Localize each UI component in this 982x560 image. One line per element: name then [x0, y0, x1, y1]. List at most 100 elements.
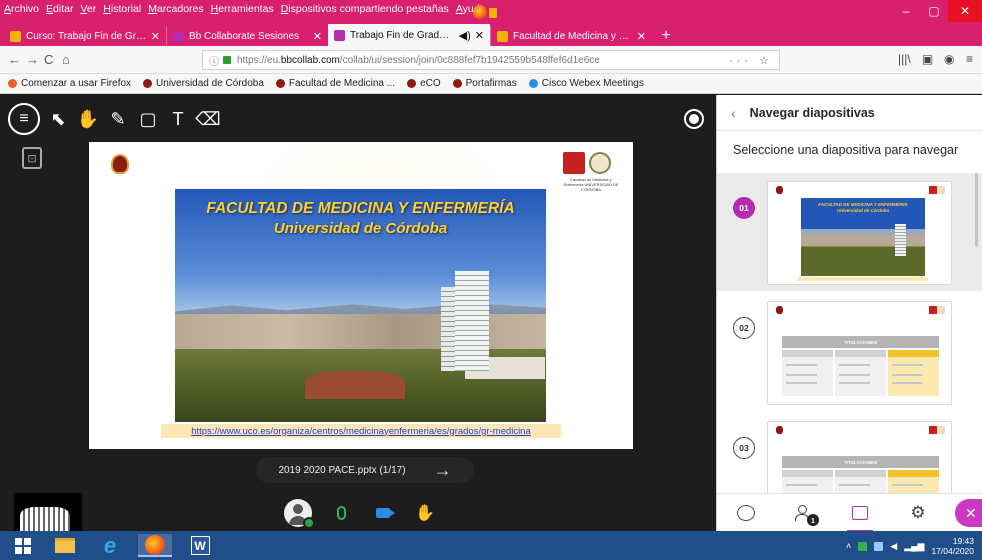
shared-slide: Facultad de Medicina y Enfermería UNIVER… — [89, 142, 633, 449]
zoom-fit-icon[interactable]: ⊡ — [22, 147, 42, 169]
word-taskbar-button[interactable]: W — [184, 534, 216, 557]
select-pointer-icon[interactable]: ⬉ — [46, 107, 70, 131]
tab-collaborate-sesiones[interactable]: Bb Collaborate Sesiones ✕ — [166, 26, 328, 46]
internet-explorer-taskbar-button[interactable]: e — [94, 532, 126, 558]
account-icon[interactable]: ◉ — [944, 52, 954, 66]
url-prefix: https://eu. — [237, 54, 281, 66]
file-indicator: 2019 2020 PACE.pptx (1/17) → — [256, 457, 474, 483]
slide-thumbnail[interactable]: TITULACIONES — [767, 301, 952, 405]
next-slide-arrow-icon[interactable]: → — [434, 460, 452, 481]
library-icon[interactable]: |||\ — [898, 52, 911, 66]
pencil-icon[interactable]: ✎ — [106, 107, 130, 131]
windows-start-button[interactable] — [10, 534, 36, 557]
menu-dispositivos[interactable]: Dispositivos compartiendo pestañas — [281, 3, 449, 17]
uco-logo-icon — [776, 186, 783, 194]
menu-marcadores[interactable]: Marcadores — [148, 3, 203, 17]
system-clock[interactable]: 19:43 17/04/2020 — [931, 536, 974, 556]
page-actions-icon[interactable]: ··· ☆ — [729, 54, 773, 67]
attendees-tab-icon[interactable]: 1 — [791, 502, 819, 526]
bookmark-label: Cisco Webex Meetings — [541, 78, 644, 89]
bookmark-eco[interactable]: eCO — [407, 78, 441, 89]
tab-favicon-icon — [334, 29, 345, 41]
ie-icon: e — [103, 532, 117, 558]
slide-title: FACULTAD DE MEDICINA Y ENFERMERÍA — [206, 200, 515, 217]
faculty-logo-caption: Facultad de Medicina y Enfermería UNIVER… — [563, 177, 619, 192]
photo-hospital-tower — [455, 271, 489, 371]
slide-subtitle: Universidad de Córdoba — [273, 220, 448, 237]
menu-archivo[interactable]: Archivo — [4, 3, 39, 17]
menu-ver[interactable]: Ver — [80, 3, 96, 17]
faculty-logo-icon — [929, 306, 945, 314]
url-path: /collab/ui/session/join/0c888fef7b194255… — [339, 54, 600, 66]
tray-chevron-icon[interactable]: ˄ — [846, 541, 851, 551]
firefox-taskbar-button[interactable] — [138, 534, 172, 557]
tab-trabajo-fin-de-grado[interactable]: Trabajo Fin de Grado (GMED) ◀) ✕ — [328, 24, 490, 46]
slide-list: 01 FACULTAD DE MEDICINA Y ENFERMERÍA Univ… — [717, 173, 982, 525]
firefox-icon — [8, 79, 17, 88]
raise-hand-button[interactable]: ✋ — [412, 500, 438, 526]
self-video-preview[interactable] — [14, 493, 82, 531]
chat-tab-icon[interactable] — [735, 502, 757, 524]
bookmark-uco[interactable]: Universidad de Córdoba — [143, 78, 264, 89]
padlock-icon[interactable] — [223, 56, 231, 64]
tab-close-icon[interactable]: ✕ — [637, 30, 646, 43]
maximize-button[interactable]: ▢ — [920, 0, 948, 22]
close-window-button[interactable]: ✕ — [948, 0, 982, 22]
session-menu-icon[interactable]: ≡ — [8, 103, 40, 135]
tab-favicon-icon — [173, 30, 184, 42]
media-controls: ✋ — [284, 498, 438, 529]
new-tab-button[interactable]: + — [656, 26, 676, 46]
slide-link[interactable]: https://www.uco.es/organiza/centros/medi… — [161, 424, 561, 438]
thumbnail-columns — [782, 350, 939, 396]
tray-signal-icon[interactable]: ▂▄▆ — [904, 541, 924, 552]
eraser-icon[interactable]: ⌫ — [195, 107, 220, 131]
camera-button[interactable] — [370, 500, 396, 526]
menu-historial[interactable]: Historial — [103, 3, 141, 17]
video-feed — [20, 507, 70, 531]
tray-network-icon[interactable] — [874, 541, 884, 551]
bookmark-label: Comenzar a usar Firefox — [21, 78, 132, 89]
slide-item-02[interactable]: 02 TITULACIONES — [717, 293, 982, 411]
back-arrow-icon[interactable]: ← — [8, 52, 21, 67]
back-chevron-icon[interactable]: ‹ — [731, 105, 736, 121]
uco-icon — [275, 79, 285, 88]
settings-gear-icon[interactable]: ⚙ — [907, 502, 929, 524]
record-button[interactable] — [684, 109, 704, 129]
slide-item-01[interactable]: 01 FACULTAD DE MEDICINA Y ENFERMERÍA Univ… — [717, 173, 982, 291]
menu-editar[interactable]: Editar — [46, 3, 73, 17]
url-bar[interactable]: ⓘ https://eu. bbcollab.com/collab/ui/sess… — [202, 50, 780, 70]
tab-close-icon[interactable]: ✕ — [313, 30, 322, 43]
slide-thumbnail[interactable]: FACULTAD DE MEDICINA Y ENFERMERÍA Univers… — [767, 181, 952, 285]
share-content-tab-icon[interactable] — [847, 502, 873, 531]
tab-close-icon[interactable]: ✕ — [151, 30, 160, 43]
microphone-button[interactable] — [328, 500, 354, 526]
bookmark-webex[interactable]: Cisco Webex Meetings — [528, 78, 644, 89]
tab-close-icon[interactable]: ✕ — [475, 29, 484, 42]
tab-facultad-medicina[interactable]: Facultad de Medicina y Enfermería ✕ — [490, 26, 652, 46]
info-icon[interactable]: ⓘ — [209, 53, 219, 68]
bookmark-facultad[interactable]: Facultad de Medicina ... — [275, 78, 395, 89]
tab-favicon-icon — [10, 30, 21, 42]
forward-arrow-icon[interactable]: → — [26, 52, 39, 67]
firefox-icon — [145, 534, 165, 555]
bookmark-portafirmas[interactable]: Portafirmas — [452, 78, 517, 89]
bookmark-firefox[interactable]: Comenzar a usar Firefox — [8, 78, 131, 89]
sidebar-icon[interactable]: ▣ — [922, 52, 933, 66]
panel-scrollbar[interactable] — [975, 173, 978, 247]
menu-herramientas[interactable]: Herramientas — [211, 3, 274, 17]
tab-curso-tfg[interactable]: Curso: Trabajo Fin de Grado (GMED) ✕ — [4, 26, 166, 46]
tray-volume-icon[interactable]: ◀ — [890, 541, 897, 552]
thumbnail-subtitle-line: Universidad de Córdoba — [836, 208, 889, 213]
my-status-button[interactable] — [284, 499, 315, 529]
tab-audio-icon[interactable]: ◀) — [459, 29, 471, 42]
file-explorer-taskbar-button[interactable] — [50, 534, 80, 557]
text-tool-icon[interactable]: T — [166, 107, 190, 131]
close-panel-button[interactable]: ✕ — [955, 499, 982, 527]
reload-icon[interactable]: C — [44, 52, 53, 67]
pan-hand-icon[interactable]: ✋ — [76, 107, 100, 131]
tray-app-icon[interactable] — [858, 541, 868, 551]
minimize-button[interactable]: – — [892, 0, 920, 22]
home-icon[interactable]: ⌂ — [62, 52, 70, 67]
shape-square-icon[interactable]: ▢ — [136, 107, 160, 131]
hamburger-menu-icon[interactable]: ≡ — [966, 52, 973, 66]
